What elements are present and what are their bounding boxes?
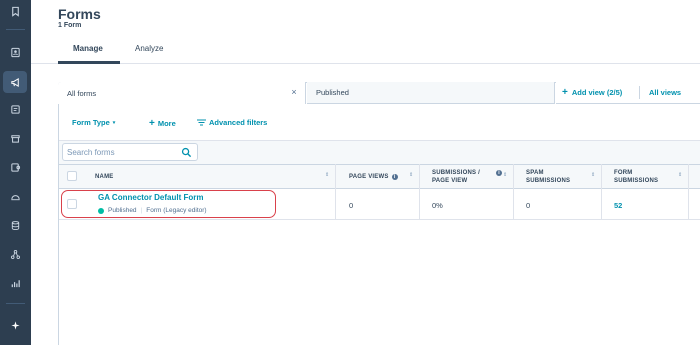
marketing-icon[interactable] xyxy=(3,71,27,93)
content-icon[interactable] xyxy=(0,98,31,120)
view-tab-all-forms[interactable]: All forms xyxy=(58,82,306,104)
column-header-submissions-per-view[interactable]: SUBMISSIONS / PAGE VIEW xyxy=(432,164,488,189)
network-icon[interactable] xyxy=(0,243,31,265)
nav-divider xyxy=(6,303,25,304)
database-icon[interactable] xyxy=(0,214,31,236)
add-view-label: Add view (2/5) xyxy=(571,88,623,97)
page-views-label: PAGE VIEWS xyxy=(349,173,389,180)
commerce-icon[interactable] xyxy=(0,127,31,149)
info-icon[interactable]: i xyxy=(391,173,398,180)
all-views-link[interactable]: All views xyxy=(649,88,681,97)
automation-icon[interactable] xyxy=(0,185,31,207)
row-divider xyxy=(59,219,700,220)
sparkle-icon[interactable] xyxy=(0,314,31,336)
search-input[interactable] xyxy=(67,146,175,158)
view-tab-published-label: Published xyxy=(316,88,349,97)
column-header-form-submissions[interactable]: FORM SUBMISSIONS xyxy=(614,164,668,189)
close-icon[interactable]: × xyxy=(289,87,299,97)
cell-submissions-per-view: 0% xyxy=(432,201,443,210)
nav-divider xyxy=(6,29,25,30)
left-nav-rail xyxy=(0,0,31,345)
tabs-divider xyxy=(31,63,700,64)
select-all-checkbox[interactable] xyxy=(67,171,77,181)
more-filters-button[interactable]: + More xyxy=(149,118,176,129)
view-actions-divider xyxy=(639,86,640,99)
bookmark-icon[interactable] xyxy=(0,0,31,22)
service-icon[interactable] xyxy=(0,156,31,178)
tab-analyze[interactable]: Analyze xyxy=(135,44,163,53)
plus-icon: + xyxy=(562,86,568,98)
highlight-outline xyxy=(61,190,276,218)
view-tab-all-forms-label: All forms xyxy=(67,88,97,98)
reports-icon[interactable] xyxy=(0,272,31,294)
caret-down-icon: ▾ xyxy=(112,119,116,126)
column-divider xyxy=(688,164,689,220)
tab-manage[interactable]: Manage xyxy=(73,44,103,53)
active-tab-indicator xyxy=(58,61,120,64)
form-count: 1 Form xyxy=(58,22,82,29)
column-divider xyxy=(513,164,514,220)
cell-page-views: 0 xyxy=(349,201,354,210)
column-divider xyxy=(335,164,336,220)
info-icon[interactable]: i xyxy=(496,170,502,176)
sort-icon[interactable]: ⇕ xyxy=(503,173,507,178)
column-header-name[interactable]: NAME xyxy=(95,164,113,189)
sort-icon[interactable]: ⇕ xyxy=(591,173,595,178)
contacts-icon[interactable] xyxy=(0,41,31,63)
add-view-button[interactable]: + Add view (2/5) xyxy=(562,86,623,98)
more-filters-label: More xyxy=(157,119,176,128)
cell-spam: 0 xyxy=(526,201,531,210)
form-type-label: Form Type xyxy=(72,118,110,127)
search-box xyxy=(62,143,198,161)
column-header-page-views[interactable]: PAGE VIEWS i xyxy=(349,164,398,189)
plus-icon: + xyxy=(149,118,155,129)
column-divider xyxy=(601,164,602,220)
cell-form-submissions[interactable]: 52 xyxy=(614,201,622,210)
column-header-spam[interactable]: SPAM SUBMISSIONS xyxy=(526,164,586,189)
search-icon[interactable] xyxy=(181,147,192,158)
sort-icon[interactable]: ⇕ xyxy=(409,173,413,178)
sort-icon[interactable]: ⇕ xyxy=(678,173,682,178)
form-type-filter[interactable]: Form Type ▾ xyxy=(72,118,115,127)
advanced-filters-label: Advanced filters xyxy=(209,118,268,127)
filter-lines-icon xyxy=(197,119,206,126)
advanced-filters-button[interactable]: Advanced filters xyxy=(197,118,267,127)
page-title: Forms xyxy=(58,6,101,22)
submissions-per-view-label: SUBMISSIONS / PAGE VIEW xyxy=(432,169,480,184)
view-tab-published[interactable]: Published xyxy=(307,82,555,104)
column-divider xyxy=(419,164,420,220)
sort-icon[interactable]: ⇕ xyxy=(325,173,329,178)
